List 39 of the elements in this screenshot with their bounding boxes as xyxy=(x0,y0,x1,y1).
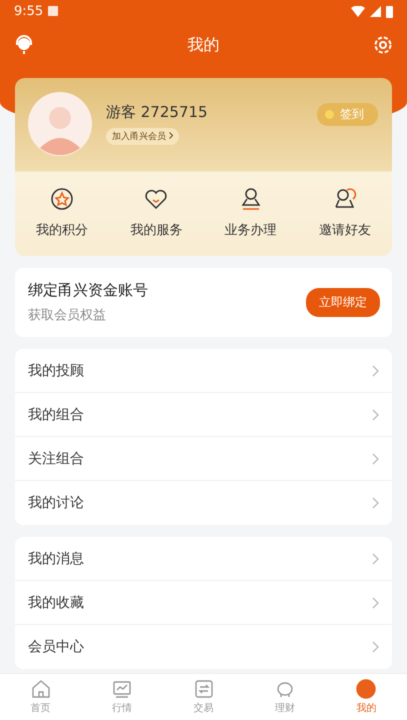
people-icon xyxy=(332,187,357,211)
swap-icon xyxy=(194,679,214,699)
menu-item[interactable]: 会员中心 xyxy=(15,625,392,669)
chart-icon xyxy=(112,679,132,699)
user-name: 游客 2725715 xyxy=(106,103,209,122)
home-icon xyxy=(30,679,51,699)
menu-item[interactable]: 我的组合 xyxy=(15,393,392,437)
menu-item[interactable]: 我的投顾 xyxy=(15,349,392,393)
wifi-icon xyxy=(351,6,365,16)
status-time: 9:55 xyxy=(14,4,44,18)
chevron-right-icon xyxy=(372,497,379,509)
headset-icon[interactable] xyxy=(14,35,34,55)
avatar-icon xyxy=(28,92,92,156)
menu-item[interactable]: 关注组合 xyxy=(15,437,392,481)
shortcut-item[interactable]: 我的服务 xyxy=(109,186,204,240)
menu-item[interactable]: 我的讨论 xyxy=(15,481,392,525)
menu-item[interactable]: 我的消息 xyxy=(15,537,392,581)
chevron-right-icon xyxy=(372,452,379,464)
notification-icon xyxy=(48,6,58,16)
bind-title: 绑定甬兴资金账号 xyxy=(28,281,149,300)
shortcut-item[interactable]: 我的积分 xyxy=(15,186,110,240)
battery-icon xyxy=(386,4,393,18)
chevron-right-icon xyxy=(372,408,379,420)
shortcut-item[interactable]: 业务办理 xyxy=(204,186,298,240)
chevron-right-icon xyxy=(372,641,379,653)
page-title: 我的 xyxy=(188,34,220,56)
chevron-right-icon xyxy=(372,552,379,564)
join-member-link[interactable]: 加入甬兴会员 xyxy=(106,128,179,145)
shortcut-item[interactable]: 邀请好友 xyxy=(298,186,392,240)
stamp-icon xyxy=(238,187,263,211)
heart-icon xyxy=(144,187,168,211)
bind-subtitle: 获取会员权益 xyxy=(28,307,107,324)
menu-item[interactable]: 我的收藏 xyxy=(15,581,392,625)
chevron-right-icon xyxy=(168,132,173,139)
settings-icon[interactable] xyxy=(373,35,393,55)
chevron-right-icon xyxy=(372,364,379,376)
bind-button[interactable]: 立即绑定 xyxy=(306,288,380,317)
chevron-right-icon xyxy=(372,596,379,608)
signal-icon xyxy=(370,6,381,16)
